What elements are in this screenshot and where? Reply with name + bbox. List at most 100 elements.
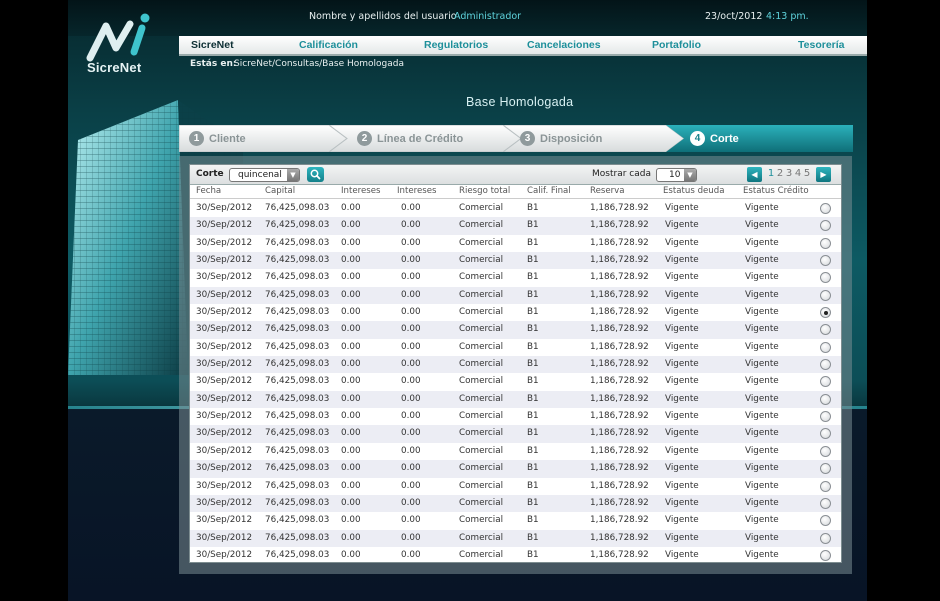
search-button[interactable]: [307, 167, 324, 182]
row-select-radio[interactable]: [820, 445, 831, 457]
cell-intereses-2: 0.00: [401, 445, 421, 456]
row-select-radio[interactable]: [820, 411, 831, 423]
prev-page-button[interactable]: ◀: [747, 167, 762, 182]
row-select-radio[interactable]: [820, 307, 831, 319]
nav-item-sicrenet[interactable]: SicreNet: [191, 39, 234, 51]
table-row[interactable]: 30/Sep/2012 76,425,098.03 0.00 0.00 Comercia…: [190, 286, 841, 305]
col-riesgo-total[interactable]: Riesgo total: [459, 186, 510, 196]
table-row[interactable]: 30/Sep/2012 76,425,098.03 0.00 0.00 Comercia…: [190, 529, 841, 547]
col-intereses-2[interactable]: Intereses: [397, 186, 437, 196]
cell-riesgo-total: Comercial: [459, 532, 504, 543]
nav-item-regulatorios[interactable]: Regulatorios: [424, 39, 488, 51]
row-select-radio[interactable]: [820, 497, 831, 509]
cell-intereses: 0.00: [341, 515, 361, 526]
row-select-radio[interactable]: [820, 255, 831, 267]
col-calif-final[interactable]: Calif. Final: [527, 186, 571, 196]
row-select-radio[interactable]: [820, 272, 831, 284]
table-toolbar: Corte quincenal ▼ Mostrar cada 10 ▼ ◀ 12…: [190, 165, 841, 185]
table-row[interactable]: 30/Sep/2012 76,425,098.03 0.00 0.00 Comercia…: [190, 373, 841, 390]
col-intereses[interactable]: Intereses: [341, 186, 381, 196]
nav-item-portafolio[interactable]: Portafolio: [652, 39, 701, 51]
row-select-radio[interactable]: [820, 220, 831, 232]
cell-intereses-2: 0.00: [401, 549, 421, 560]
table-row[interactable]: 30/Sep/2012 76,425,098.03 0.00 0.00 Comercia…: [190, 339, 841, 356]
step-cliente[interactable]: 1 Cliente: [189, 125, 246, 152]
table-row[interactable]: 30/Sep/2012 76,425,098.03 0.00 0.00 Comercia…: [190, 425, 841, 443]
page-link[interactable]: 4: [794, 168, 802, 179]
table-row[interactable]: 30/Sep/2012 76,425,098.03 0.00 0.00 Comercia…: [190, 390, 841, 409]
cell-intereses: 0.00: [341, 307, 361, 318]
col-estatus-deuda[interactable]: Estatus deuda: [663, 186, 724, 196]
row-select-radio[interactable]: [820, 532, 831, 544]
col-capital[interactable]: Capital: [265, 186, 295, 196]
cell-capital: 76,425,098.03: [265, 341, 330, 352]
row-select-radio[interactable]: [820, 289, 831, 301]
step-disposicion[interactable]: 3 Disposición: [520, 125, 602, 152]
cell-fecha: 30/Sep/2012: [196, 549, 253, 560]
cell-intereses: 0.00: [341, 393, 361, 404]
nav-item-cancelaciones[interactable]: Cancelaciones: [527, 39, 601, 51]
cell-fecha: 30/Sep/2012: [196, 480, 253, 491]
breadcrumb[interactable]: SicreNet/Consultas/Base Homologada: [234, 59, 404, 69]
table-row[interactable]: 30/Sep/2012 76,425,098.03 0.00 0.00 Comercia…: [190, 408, 841, 425]
page-link[interactable]: 2: [776, 168, 784, 179]
cell-intereses: 0.00: [341, 497, 361, 508]
step-linea-de-credito[interactable]: 2 Línea de Crédito: [357, 125, 463, 152]
user-name[interactable]: Administrador: [454, 11, 521, 22]
table-row[interactable]: 30/Sep/2012 76,425,098.03 0.00 0.00 Comercia…: [190, 235, 841, 252]
page-link[interactable]: 5: [803, 168, 811, 179]
table-row[interactable]: 30/Sep/2012 76,425,098.03 0.00 0.00 Comercia…: [190, 443, 841, 460]
row-select-radio[interactable]: [820, 203, 831, 214]
nav-item-calificacion[interactable]: Calificación: [299, 39, 358, 51]
cell-fecha: 30/Sep/2012: [196, 307, 253, 318]
cell-estatus-credito: Vigente: [745, 220, 779, 231]
row-select-radio[interactable]: [820, 549, 831, 561]
search-icon: [310, 169, 321, 180]
page-size-select[interactable]: 10 ▼: [656, 168, 697, 182]
row-select-radio[interactable]: [820, 480, 831, 492]
cell-estatus-deuda: Vigente: [665, 445, 699, 456]
cell-capital: 76,425,098.03: [265, 220, 330, 231]
row-select-radio[interactable]: [820, 237, 831, 249]
cell-intereses-2: 0.00: [401, 272, 421, 283]
corte-value: quincenal: [238, 170, 282, 180]
col-fecha[interactable]: Fecha: [196, 186, 221, 196]
page-link[interactable]: 3: [785, 168, 793, 179]
row-select-radio[interactable]: [820, 428, 831, 440]
cell-estatus-credito: Vigente: [745, 445, 779, 456]
cell-calif-final: B1: [527, 428, 539, 439]
cell-fecha: 30/Sep/2012: [196, 237, 253, 248]
table-row[interactable]: 30/Sep/2012 76,425,098.03 0.00 0.00 Comercia…: [190, 321, 841, 339]
table-row[interactable]: 30/Sep/2012 76,425,098.03 0.00 0.00 Comercia…: [190, 460, 841, 478]
col-reserva[interactable]: Reserva: [590, 186, 625, 196]
table-row[interactable]: 30/Sep/2012 76,425,098.03 0.00 0.00 Comercia…: [190, 269, 841, 286]
row-select-radio[interactable]: [820, 463, 831, 475]
cell-capital: 76,425,098.03: [265, 463, 330, 474]
table-row[interactable]: 30/Sep/2012 76,425,098.03 0.00 0.00 Comercia…: [190, 478, 841, 495]
row-select-radio[interactable]: [820, 376, 831, 388]
table-row[interactable]: 30/Sep/2012 76,425,098.03 0.00 0.00 Comercia…: [190, 217, 841, 235]
row-select-radio[interactable]: [820, 393, 831, 405]
table-row[interactable]: 30/Sep/2012 76,425,098.03 0.00 0.00 Comercia…: [190, 200, 841, 217]
cell-calif-final: B1: [527, 376, 539, 387]
corte-select[interactable]: quincenal ▼: [229, 168, 300, 182]
row-select-radio[interactable]: [820, 324, 831, 336]
row-select-radio[interactable]: [820, 515, 831, 527]
cell-riesgo-total: Comercial: [459, 549, 504, 560]
table-row[interactable]: 30/Sep/2012 76,425,098.03 0.00 0.00 Comercia…: [190, 547, 841, 564]
nav-item-tesoreria[interactable]: Tesorería: [798, 39, 845, 51]
table-row[interactable]: 30/Sep/2012 76,425,098.03 0.00 0.00 Comercia…: [190, 494, 841, 513]
col-estatus-credito[interactable]: Estatus Crédito: [743, 186, 809, 196]
cell-intereses: 0.00: [341, 480, 361, 491]
table-row[interactable]: 30/Sep/2012 76,425,098.03 0.00 0.00 Comercia…: [190, 356, 841, 374]
table-row[interactable]: 30/Sep/2012 76,425,098.03 0.00 0.00 Comercia…: [190, 304, 841, 321]
next-page-button[interactable]: ▶: [816, 167, 831, 182]
step-corte[interactable]: 4 Corte: [690, 125, 739, 152]
row-select-radio[interactable]: [820, 341, 831, 353]
table-row[interactable]: 30/Sep/2012 76,425,098.03 0.00 0.00 Comercia…: [190, 512, 841, 529]
table-row[interactable]: 30/Sep/2012 76,425,098.03 0.00 0.00 Comercia…: [190, 252, 841, 270]
cell-reserva: 1,186,728.92: [590, 341, 649, 352]
row-select-radio[interactable]: [820, 359, 831, 371]
page-link[interactable]: 1: [767, 168, 775, 179]
cell-calif-final: B1: [527, 532, 539, 543]
